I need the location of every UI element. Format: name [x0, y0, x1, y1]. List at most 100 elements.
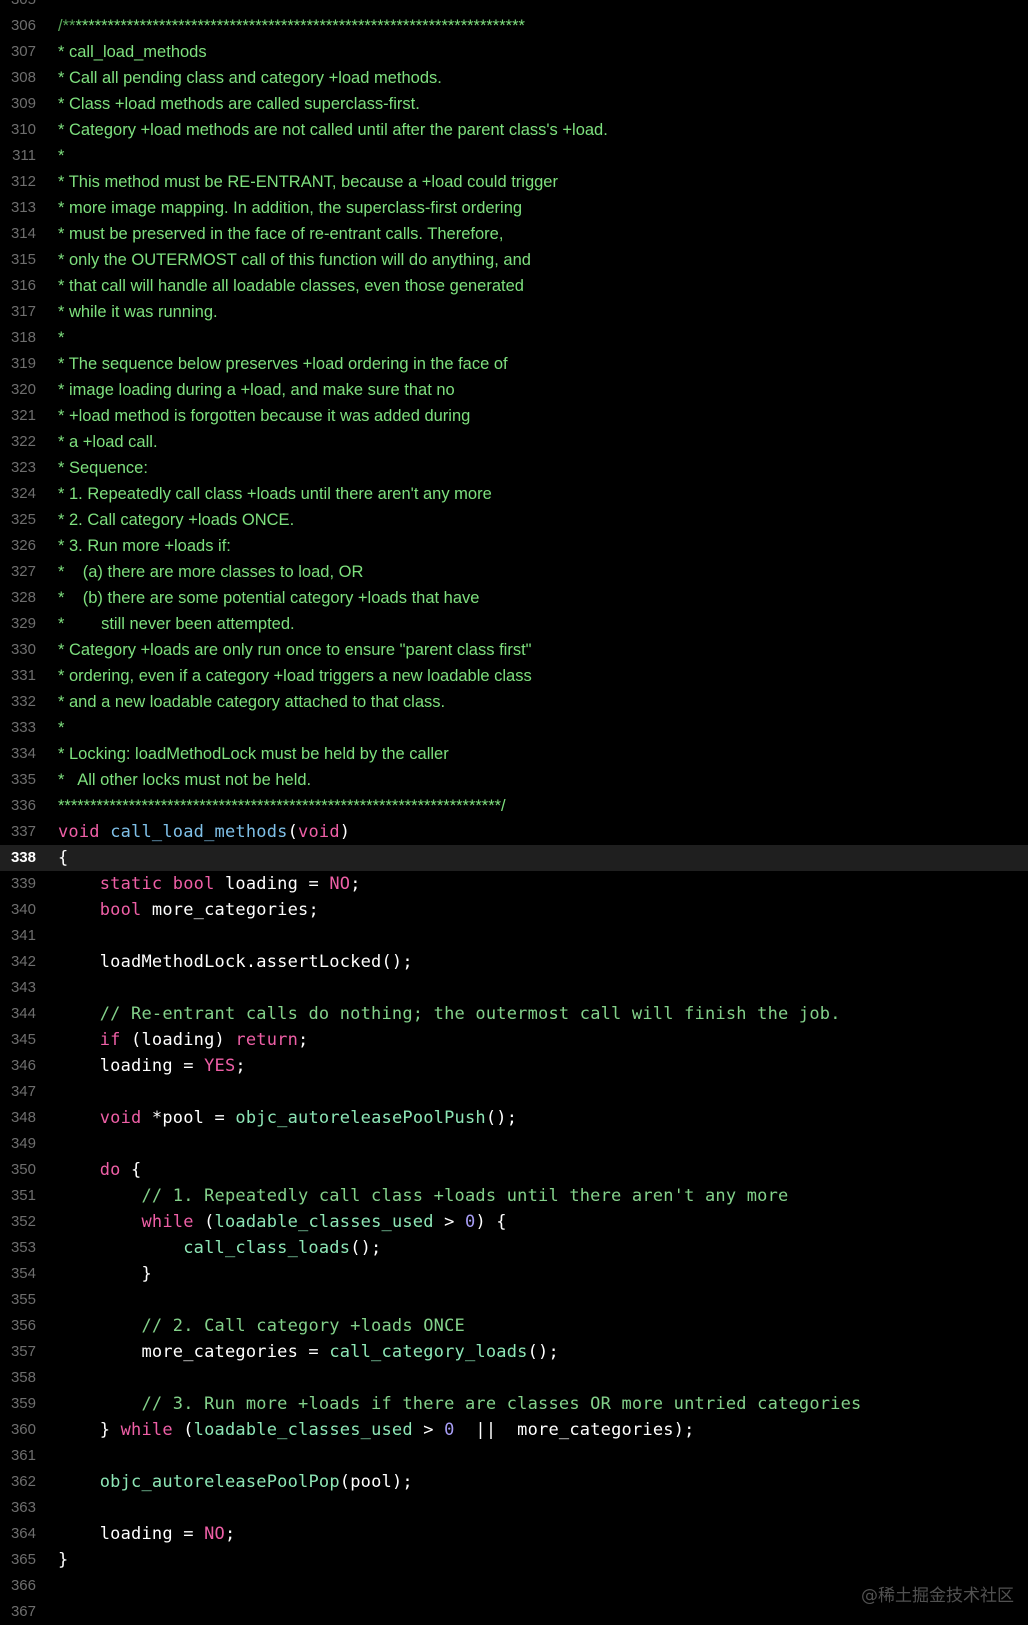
code-token: NO [204, 1524, 225, 1544]
code-line[interactable]: 347 [0, 1079, 1028, 1105]
line-number: 318 [10, 329, 36, 346]
line-number: 316 [10, 277, 36, 294]
code-line[interactable]: 363 [0, 1495, 1028, 1521]
code-line[interactable]: 327 * (a) there are more classes to load,… [0, 559, 1028, 585]
code-line[interactable]: 312 * This method must be RE-ENTRANT, bec… [0, 169, 1028, 195]
code-line[interactable]: 310 * Category +load methods are not call… [0, 117, 1028, 143]
code-token: ( [287, 822, 299, 842]
code-line[interactable]: 307 * call_load_methods [0, 39, 1028, 65]
code-line[interactable]: 321 * +load method is forgotten because i… [0, 403, 1028, 429]
line-number: 321 [10, 407, 36, 424]
code-line[interactable]: 344 // Re-entrant calls do nothing; the … [0, 1001, 1028, 1027]
code-line[interactable]: 340 bool more_categories; [0, 897, 1028, 923]
code-line[interactable]: 334 * Locking: loadMethodLock must be hel… [0, 741, 1028, 767]
code-line[interactable]: 315 * only the OUTERMOST call of this fun… [0, 247, 1028, 273]
code-line[interactable]: 345 if (loading) return; [0, 1027, 1028, 1053]
code-line[interactable]: 358 [0, 1365, 1028, 1391]
code-text: } while (loadable_classes_used > 0 || mo… [58, 1417, 695, 1443]
code-text: // 1. Repeatedly call class +loads until… [58, 1183, 788, 1209]
code-token: *pool = [141, 1108, 236, 1128]
line-number: 365 [10, 1551, 36, 1568]
code-line[interactable]: 355 [0, 1287, 1028, 1313]
code-text: loading = YES; [58, 1053, 246, 1079]
code-line[interactable]: 311 * [0, 143, 1028, 169]
code-line[interactable]: 322 * a +load call. [0, 429, 1028, 455]
code-line[interactable]: 316 * that call will handle all loadable … [0, 273, 1028, 299]
doc-comment-text: * Category +load methods are not called … [58, 117, 608, 143]
code-token: (pool); [339, 1472, 413, 1492]
code-editor[interactable]: 305306/*********************************… [0, 0, 1028, 1625]
code-line[interactable]: 314 * must be preserved in the face of re… [0, 221, 1028, 247]
code-line[interactable]: 323 * Sequence: [0, 455, 1028, 481]
code-token: loading = [214, 874, 330, 894]
code-line[interactable]: 359 // 3. Run more +loads if there are c… [0, 1391, 1028, 1417]
code-line[interactable]: 346 loading = YES; [0, 1053, 1028, 1079]
line-number: 353 [10, 1239, 36, 1256]
code-line[interactable]: 354 } [0, 1261, 1028, 1287]
code-line[interactable]: 313 * more image mapping. In addition, th… [0, 195, 1028, 221]
code-line[interactable]: 337 void call_load_methods(void) [0, 819, 1028, 845]
code-line[interactable]: 341 [0, 923, 1028, 949]
code-token: } [58, 1550, 69, 1570]
code-line[interactable]: 338 { [0, 845, 1028, 871]
line-number: 346 [10, 1057, 36, 1074]
code-line[interactable]: 364 loading = NO; [0, 1521, 1028, 1547]
code-line[interactable]: 333 * [0, 715, 1028, 741]
code-line[interactable]: 352 while (loadable_classes_used > 0) { [0, 1209, 1028, 1235]
code-line[interactable]: 356 // 2. Call category +loads ONCE [0, 1313, 1028, 1339]
code-line[interactable]: 318 * [0, 325, 1028, 351]
doc-comment-text: * [58, 715, 64, 741]
code-line[interactable]: 365} [0, 1547, 1028, 1573]
doc-comment-text: ****************************************… [58, 793, 506, 819]
code-line[interactable]: 308 * Call all pending class and category… [0, 65, 1028, 91]
code-line[interactable]: 339 static bool loading = NO; [0, 871, 1028, 897]
code-line[interactable]: 361 [0, 1443, 1028, 1469]
doc-comment-text: * 2. Call category +loads ONCE. [58, 507, 294, 533]
code-token: (); [527, 1342, 559, 1362]
line-number: 339 [10, 875, 36, 892]
code-line[interactable]: 343 [0, 975, 1028, 1001]
code-line[interactable]: 305 [0, 0, 1028, 13]
code-line[interactable]: 349 [0, 1131, 1028, 1157]
code-line[interactable]: 306 /************************************… [0, 13, 1028, 39]
code-token: * Sequence: [58, 459, 148, 477]
code-line[interactable]: 357 more_categories = call_category_load… [0, 1339, 1028, 1365]
doc-comment-text: * must be preserved in the face of re-en… [58, 221, 503, 247]
code-line[interactable]: 330 * Category +loads are only run once t… [0, 637, 1028, 663]
code-line[interactable]: 360 } while (loadable_classes_used > 0 |… [0, 1417, 1028, 1443]
code-line[interactable]: 319 * The sequence below preserves +load … [0, 351, 1028, 377]
code-line[interactable]: 326 * 3. Run more +loads if: [0, 533, 1028, 559]
code-token: if [99, 1030, 121, 1050]
code-line[interactable]: 353 call_class_loads(); [0, 1235, 1028, 1261]
code-line[interactable]: 350 do { [0, 1157, 1028, 1183]
code-line[interactable]: 325 * 2. Call category +loads ONCE. [0, 507, 1028, 533]
code-token: (); [350, 1238, 382, 1258]
code-token: // 3. Run more +loads if there are class… [141, 1394, 862, 1414]
doc-comment-text: * (a) there are more classes to load, OR [58, 559, 363, 585]
code-line[interactable]: 335 * All other locks must not be held. [0, 767, 1028, 793]
line-number: 331 [10, 667, 36, 684]
code-line[interactable]: 329 * still never been attempted. [0, 611, 1028, 637]
line-number: 307 [10, 43, 36, 60]
code-line[interactable]: 336 *************************************… [0, 793, 1028, 819]
code-line[interactable]: 342 loadMethodLock.assertLocked(); [0, 949, 1028, 975]
code-line[interactable]: 351 // 1. Repeatedly call class +loads u… [0, 1183, 1028, 1209]
code-token: * 2. Call category +loads ONCE. [58, 511, 295, 529]
line-number: 322 [10, 433, 36, 450]
code-line[interactable]: 332 * and a new loadable category attache… [0, 689, 1028, 715]
code-line[interactable]: 320 * image loading during a +load, and m… [0, 377, 1028, 403]
code-line[interactable]: 362 objc_autoreleasePoolPop(pool); [0, 1469, 1028, 1495]
code-line[interactable]: 317 * while it was running. [0, 299, 1028, 325]
code-line[interactable]: 328 * (b) there are some potential catego… [0, 585, 1028, 611]
code-line[interactable]: 331 * ordering, even if a category +load … [0, 663, 1028, 689]
line-number: 350 [10, 1161, 36, 1178]
code-line[interactable]: 309 * Class +load methods are called supe… [0, 91, 1028, 117]
code-line[interactable]: 324 * 1. Repeatedly call class +loads unt… [0, 481, 1028, 507]
line-number: 335 [10, 771, 36, 788]
code-line[interactable]: 348 void *pool = objc_autoreleasePoolPus… [0, 1105, 1028, 1131]
